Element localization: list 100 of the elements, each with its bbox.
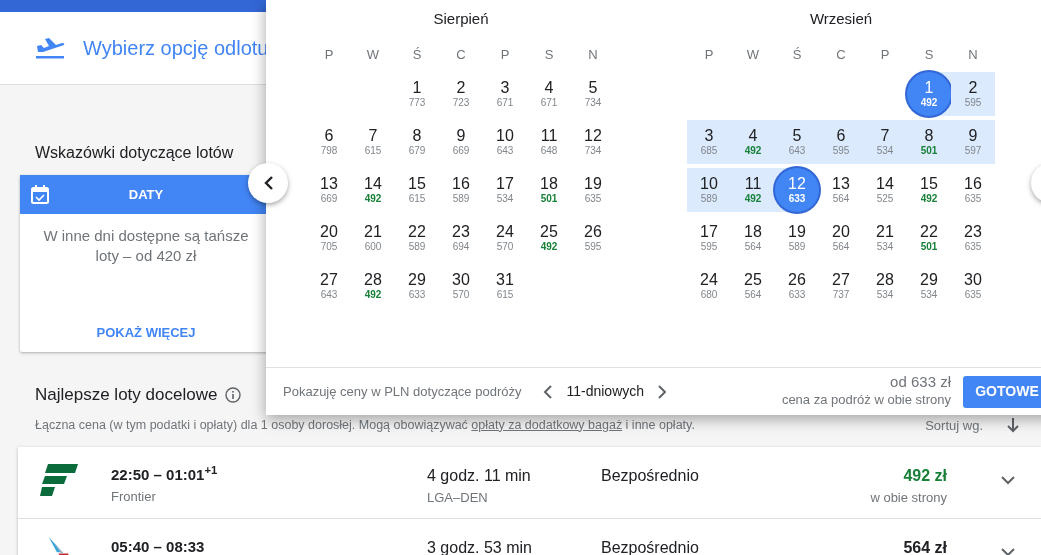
weekday-label: N [967,46,979,64]
date-button[interactable]: 14 492 [351,168,395,212]
done-button[interactable]: GOTOWE [963,375,1041,408]
weekday-label: S [543,46,555,64]
date-button[interactable]: 6 595 [819,120,863,164]
flight-route: LGA–DEN [427,489,489,507]
date-button[interactable]: 20 564 [819,216,863,260]
tip-text: W inne dni dostępne są tańsze loty – od 420 zł [42,226,250,266]
date-button[interactable]: 19 589 [775,216,819,260]
date-button[interactable]: 15 492 [907,168,951,212]
date-button[interactable]: 25 492 [527,216,571,260]
weekday-label: C [835,46,847,64]
flight-duration: 4 godz. 11 min [427,466,532,486]
plane-takeoff-icon [35,36,65,60]
date-button[interactable]: 5 643 [775,120,819,164]
trip-duration: 11-dniowych [566,382,645,401]
date-button[interactable]: 21 600 [351,216,395,260]
date-button[interactable]: 7 534 [863,120,907,164]
date-button[interactable]: 16 589 [439,168,483,212]
date-button[interactable]: 14 525 [863,168,907,212]
date-button[interactable]: 15 615 [395,168,439,212]
date-button[interactable]: 12 633 [775,168,819,212]
date-button[interactable]: 17 534 [483,168,527,212]
date-button[interactable]: 26 633 [775,264,819,308]
date-button[interactable]: 23 694 [439,216,483,260]
flight-times: 22:50 – 01:01$^{+1}$ [111,464,219,485]
airline-name: Frontier [111,487,157,506]
trip-price: od 633 zł [890,373,951,390]
date-button[interactable]: 9 597 [951,120,995,164]
date-button[interactable]: 5 734 [571,72,615,116]
date-button[interactable]: 10 643 [483,120,527,164]
date-button[interactable]: 11 648 [527,120,571,164]
date-button[interactable]: 3 685 [687,120,731,164]
weekday-label: P [323,46,335,64]
weekday-label: P [499,46,511,64]
chevron-down-icon [1001,476,1015,486]
date-button[interactable]: 31 615 [483,264,527,308]
date-button[interactable]: 13 669 [307,168,351,212]
date-button[interactable]: 29 633 [395,264,439,308]
date-button[interactable]: 11 492 [731,168,775,212]
date-button[interactable]: 7 615 [351,120,395,164]
baggage-fees-link[interactable]: opłaty za dodatkowy bagaż [471,417,623,432]
date-button[interactable]: 21 534 [863,216,907,260]
section-heading: Wskazówki dotyczące lotów [35,143,234,163]
date-button[interactable]: 30 635 [951,264,995,308]
date-button[interactable]: 30 570 [439,264,483,308]
date-button[interactable]: 4 492 [731,120,775,164]
stops-label: Bezpośrednio [601,466,700,486]
price-note: Łączna cena (w tym podatki i opłaty) dla 1 osoby dorosłej. Mogą obowiązywać opłaty za dodatkowy bagaż i inne opłaty. [35,416,696,434]
date-button[interactable]: 8 501 [907,120,951,164]
page-title: Wybierz opcję odlotu [83,36,269,61]
date-button[interactable]: 26 595 [571,216,615,260]
date-button[interactable]: 1 492 [907,72,951,116]
date-button[interactable]: 28 534 [863,264,907,308]
date-button[interactable]: 25 564 [731,264,775,308]
date-button[interactable]: 28 492 [351,264,395,308]
date-button[interactable]: 1 773 [395,72,439,116]
weekday-label: P [879,46,891,64]
date-button[interactable]: 20 705 [307,216,351,260]
date-button[interactable]: 18 564 [731,216,775,260]
weekday-label: S [923,46,935,64]
date-button[interactable]: 24 570 [483,216,527,260]
date-button[interactable]: 19 635 [571,168,615,212]
weekday-label: Ś [791,46,803,64]
card-title: DATY [128,185,164,204]
price-note: cena za podróż w obie strony [781,390,951,409]
date-button[interactable]: 29 534 [907,264,951,308]
price-note: w obie strony [870,489,947,507]
date-button[interactable]: 3 671 [483,72,527,116]
weekday-label: P [703,46,715,64]
date-button[interactable]: 9 669 [439,120,483,164]
date-button[interactable]: 6 798 [307,120,351,164]
flight-price: 564 zł [903,538,947,555]
stripes-logo-icon [40,464,78,496]
month-title: Wrzesień [808,9,874,29]
date-button[interactable]: 17 595 [687,216,731,260]
date-button[interactable]: 2 595 [951,72,995,116]
date-button[interactable]: 27 643 [307,264,351,308]
chevron-left-icon [263,176,273,190]
date-button[interactable]: 13 564 [819,168,863,212]
date-button[interactable]: 22 589 [395,216,439,260]
date-button[interactable]: 23 635 [951,216,995,260]
date-button[interactable]: 4 671 [527,72,571,116]
date-button[interactable]: 27 737 [819,264,863,308]
calendar-check-icon [31,185,49,204]
sort-icon[interactable] [1007,417,1019,434]
date-button[interactable]: 24 680 [687,264,731,308]
date-button[interactable]: 12 734 [571,120,615,164]
chevron-right-icon [658,385,668,400]
date-button[interactable]: 2 723 [439,72,483,116]
section-heading: Najlepsze loty docelowe [35,384,218,406]
date-button[interactable]: 18 501 [527,168,571,212]
show-more-button[interactable]: POKAŻ WIĘCEJ [90,322,202,344]
date-button[interactable]: 16 635 [951,168,995,212]
date-button[interactable]: 10 589 [687,168,731,212]
date-button[interactable]: 8 679 [395,120,439,164]
info-icon[interactable] [225,386,242,403]
flight-price: 492 zł [903,466,947,486]
weekday-label: W [745,46,761,64]
date-button[interactable]: 22 501 [907,216,951,260]
